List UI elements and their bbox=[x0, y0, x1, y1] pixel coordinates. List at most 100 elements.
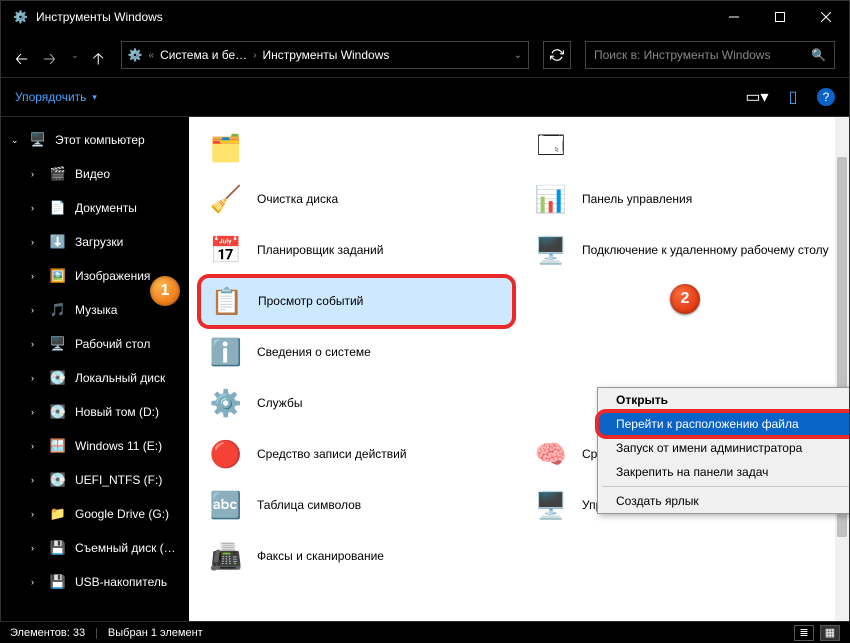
nav-up-button[interactable]: 🡡 bbox=[93, 48, 107, 62]
nav-forward-button[interactable]: 🡢 bbox=[43, 48, 57, 62]
toolbar: Упорядочить▾ ▭▾ ▯ ? bbox=[1, 77, 849, 117]
sidebar-item-label: Google Drive (G:) bbox=[75, 507, 169, 521]
folder-icon: 🪟 bbox=[49, 437, 67, 455]
app-icon: 🧹 bbox=[205, 179, 247, 221]
address-bar[interactable]: ⚙️ « Система и бе… › Инструменты Windows… bbox=[121, 41, 529, 69]
chevron-right-icon[interactable]: › bbox=[31, 373, 41, 383]
sidebar-item[interactable]: › 💽 Новый том (D:) bbox=[1, 395, 189, 429]
context-menu-item[interactable]: Закрепить на панели задач bbox=[598, 460, 849, 484]
file-item[interactable]: ℹ️ Сведения о системе bbox=[199, 327, 514, 378]
chevron-right-icon[interactable]: › bbox=[31, 441, 41, 451]
refresh-button[interactable] bbox=[543, 41, 571, 69]
app-icon: ⚙️ bbox=[13, 10, 28, 24]
minimize-button[interactable] bbox=[711, 1, 757, 33]
sidebar-item[interactable]: › 💾 Съемный диск (… bbox=[1, 531, 189, 565]
context-menu-item[interactable]: Перейти к расположению файла bbox=[598, 412, 849, 436]
file-item[interactable]: 🔤 Таблица символов bbox=[199, 480, 514, 531]
content-pane: 🗂️ 🧹 Очистка диска📅 Планировщик заданий📋… bbox=[189, 117, 849, 622]
close-button[interactable] bbox=[803, 1, 849, 33]
sidebar-item[interactable]: › 🎬 Видео bbox=[1, 157, 189, 191]
file-item[interactable] bbox=[524, 531, 839, 582]
chevron-right-icon[interactable]: › bbox=[31, 305, 41, 315]
file-item-label: Службы bbox=[257, 396, 302, 411]
chevron-right-icon[interactable]: › bbox=[31, 203, 41, 213]
sidebar-item-label: Музыка bbox=[75, 303, 117, 317]
sidebar-item-label: Рабочий стол bbox=[75, 337, 150, 351]
file-item-label: Планировщик заданий bbox=[257, 243, 383, 258]
app-icon: 🗔 bbox=[530, 128, 572, 170]
search-box[interactable]: 🔍 bbox=[585, 41, 835, 69]
status-elements: Элементов: 33 bbox=[10, 627, 85, 639]
view-options-button[interactable]: ▭▾ bbox=[745, 85, 769, 109]
maximize-button[interactable] bbox=[757, 1, 803, 33]
app-icon: 🗂️ bbox=[205, 128, 247, 170]
file-item-label: Таблица символов bbox=[257, 498, 361, 513]
sidebar-item-label: UEFI_NTFS (F:) bbox=[75, 473, 162, 487]
file-item[interactable] bbox=[524, 327, 839, 378]
sidebar-item-label: USB-накопитель bbox=[75, 575, 167, 589]
nav-back-button[interactable]: 🡠 bbox=[15, 48, 29, 62]
context-menu-item[interactable]: Открыть bbox=[598, 388, 849, 412]
file-item[interactable]: ⚙️ Службы bbox=[199, 378, 514, 429]
app-icon: 📊 bbox=[530, 179, 572, 221]
breadcrumb-seg-1[interactable]: Система и бе… bbox=[160, 48, 247, 62]
view-details-button[interactable]: ≣ bbox=[794, 625, 814, 641]
app-icon: 📅 bbox=[205, 230, 247, 272]
monitor-icon: 🖥️ bbox=[29, 131, 47, 149]
chevron-right-icon[interactable]: › bbox=[31, 271, 41, 281]
sidebar-item-label: Windows 11 (E:) bbox=[75, 439, 162, 453]
organize-button[interactable]: Упорядочить▾ bbox=[15, 90, 97, 104]
sidebar-item[interactable]: › ⬇️ Загрузки bbox=[1, 225, 189, 259]
nav-history-button[interactable]: ⌄ bbox=[71, 50, 79, 61]
folder-icon: 🖼️ bbox=[49, 267, 67, 285]
file-item[interactable]: 🗂️ bbox=[199, 123, 514, 174]
sidebar-item[interactable]: › 📄 Документы bbox=[1, 191, 189, 225]
app-icon: ℹ️ bbox=[205, 332, 247, 374]
file-item[interactable]: 📊 Панель управления bbox=[524, 174, 839, 225]
vertical-scrollbar[interactable] bbox=[835, 117, 849, 622]
app-icon bbox=[530, 281, 572, 323]
preview-pane-button[interactable]: ▯ bbox=[781, 85, 805, 109]
help-button[interactable]: ? bbox=[817, 88, 835, 106]
sidebar-item[interactable]: › 🪟 Windows 11 (E:) bbox=[1, 429, 189, 463]
chevron-right-icon[interactable]: › bbox=[31, 475, 41, 485]
file-item[interactable]: 📠 Факсы и сканирование bbox=[199, 531, 514, 582]
app-icon: 📠 bbox=[205, 536, 247, 578]
file-item[interactable]: 🗔 bbox=[524, 123, 839, 174]
file-item[interactable]: 📅 Планировщик заданий bbox=[199, 225, 514, 276]
chevron-right-icon[interactable]: › bbox=[31, 339, 41, 349]
file-item-label: Просмотр событий bbox=[258, 294, 363, 309]
file-item[interactable]: 📋 Просмотр событий bbox=[199, 276, 514, 327]
annotation-callout-2: 2 bbox=[670, 284, 700, 314]
chevron-right-icon[interactable]: › bbox=[31, 509, 41, 519]
chevron-right-icon[interactable]: › bbox=[31, 407, 41, 417]
chevron-right-icon[interactable]: › bbox=[31, 237, 41, 247]
sidebar-item[interactable]: › 💽 UEFI_NTFS (F:) bbox=[1, 463, 189, 497]
sidebar-root-this-pc[interactable]: ⌄ 🖥️ Этот компьютер bbox=[1, 123, 189, 157]
search-icon[interactable]: 🔍 bbox=[811, 48, 826, 62]
chevron-right-icon[interactable]: › bbox=[31, 169, 41, 179]
chevron-right-icon[interactable]: › bbox=[31, 543, 41, 553]
chevron-right-icon[interactable]: › bbox=[31, 577, 41, 587]
sidebar-item[interactable]: › 💾 USB-накопитель bbox=[1, 565, 189, 599]
sidebar-item-label: Изображения bbox=[75, 269, 150, 283]
file-item[interactable]: 🔴 Средство записи действий bbox=[199, 429, 514, 480]
sidebar-item-label: Документы bbox=[75, 201, 137, 215]
context-menu-item[interactable]: Создать ярлык bbox=[598, 489, 849, 513]
window-title: Инструменты Windows bbox=[36, 10, 163, 24]
sidebar-item[interactable]: › 📁 Google Drive (G:) bbox=[1, 497, 189, 531]
context-menu-item[interactable]: Запуск от имени администратора bbox=[598, 436, 849, 460]
breadcrumb-seg-2[interactable]: Инструменты Windows bbox=[263, 48, 390, 62]
folder-icon: 🎵 bbox=[49, 301, 67, 319]
folder-icon: 💾 bbox=[49, 539, 67, 557]
view-icons-button[interactable]: ▦ bbox=[820, 625, 840, 641]
chevron-down-icon[interactable]: ⌄ bbox=[514, 50, 522, 61]
file-item[interactable]: 🖥️ Подключение к удаленному рабочему сто… bbox=[524, 225, 839, 276]
file-item[interactable]: 🧹 Очистка диска bbox=[199, 174, 514, 225]
sidebar: ⌄ 🖥️ Этот компьютер › 🎬 Видео› 📄 Докумен… bbox=[1, 117, 189, 622]
search-input[interactable] bbox=[594, 48, 805, 62]
sidebar-item[interactable]: › 🖥️ Рабочий стол bbox=[1, 327, 189, 361]
chevron-down-icon[interactable]: ⌄ bbox=[11, 135, 21, 146]
sidebar-item[interactable]: › 💽 Локальный диск bbox=[1, 361, 189, 395]
navbar: 🡠 🡢 ⌄ 🡡 ⚙️ « Система и бе… › Инструменты… bbox=[1, 33, 849, 77]
